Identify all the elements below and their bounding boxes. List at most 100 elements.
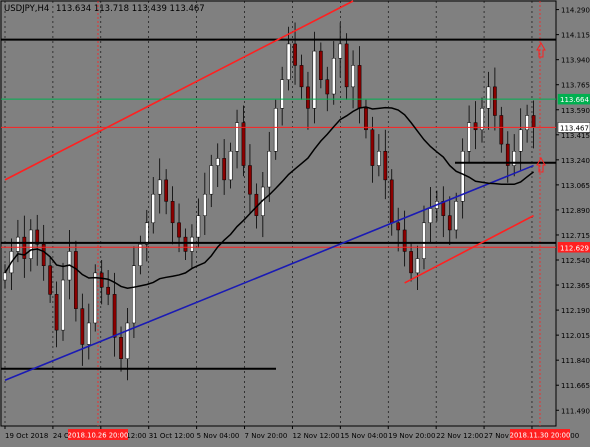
candle-body [409, 251, 413, 274]
chart-title: USDJPY,H4 [4, 4, 49, 14]
crosshair-x-label: 2018.10.26 20:00 [68, 432, 129, 440]
y-tick-label: 113.940 [561, 57, 590, 65]
candle-body [61, 279, 65, 331]
y-tick-label: 112.190 [561, 307, 590, 315]
price-badge-label: 113.664 [560, 96, 589, 104]
candle-body [344, 43, 349, 88]
candle-body [86, 322, 91, 345]
candle-body [331, 57, 336, 95]
x-tick-label: 19 Nov 20:00 [388, 432, 435, 440]
candle-body [293, 43, 297, 66]
candle-body [312, 50, 317, 109]
candle-body [80, 308, 85, 345]
candle-body [241, 122, 246, 166]
candle-body [267, 151, 272, 188]
candle-body [273, 108, 278, 152]
candle-body [177, 222, 181, 238]
price-badge-label: 113.467 [560, 124, 589, 132]
candle-body [190, 236, 194, 252]
candle-body [119, 337, 123, 359]
candle-body [351, 65, 355, 88]
y-tick-label: 114.115 [561, 32, 590, 40]
candle-body [157, 179, 162, 195]
candle-body [480, 108, 484, 131]
x-tick-label: 31 Oct 12:00 [149, 432, 195, 440]
candle-body [209, 165, 214, 195]
candle-body [132, 265, 136, 324]
x-tick-label: 5 Nov 04:00 [197, 432, 240, 440]
candle-body [486, 86, 491, 109]
candle-body [493, 86, 497, 116]
y-tick-label: 113.065 [561, 182, 590, 190]
price-badge-label: 112.629 [560, 244, 589, 252]
candle-body [16, 236, 20, 252]
y-tick-label: 112.365 [561, 282, 590, 290]
candle-body [286, 43, 291, 80]
candle-body [3, 272, 7, 281]
chart-ohlc: 113.634 113.718 113.439 113.467 [56, 4, 205, 14]
candle-body [151, 193, 156, 224]
x-tick-label: 12 Nov 12:00 [292, 432, 339, 440]
candle-body [99, 272, 104, 288]
candle-body [318, 50, 323, 80]
candle-body [222, 158, 227, 181]
candle-body [447, 215, 452, 231]
price-chart[interactable]: USDJPY,H4 113.634 113.718 113.439 113.46… [0, 0, 590, 443]
candle-body [370, 129, 375, 166]
candle-body [299, 65, 304, 88]
y-tick-label: 113.415 [561, 132, 590, 140]
candle-body [518, 129, 523, 152]
candle-body [454, 201, 459, 231]
candle-body [183, 236, 188, 252]
candle-body [377, 151, 381, 166]
x-tick-label: 15 Nov 04:00 [340, 432, 387, 440]
candle-body [28, 229, 33, 259]
candle-body [93, 272, 98, 324]
y-tick-label: 112.540 [561, 257, 590, 265]
candle-body [422, 222, 426, 259]
candle-body [325, 79, 330, 95]
x-tick-label: 22 Nov 12:00 [436, 432, 483, 440]
candle-body [383, 151, 388, 181]
candle-body [106, 286, 110, 295]
candle-body [48, 265, 52, 295]
candle-body [402, 229, 407, 252]
y-tick-label: 112.890 [561, 207, 590, 215]
crosshair-x-label: 2018.11.30 20:00 [510, 432, 571, 440]
candle-body [473, 122, 478, 131]
candle-body [428, 208, 433, 224]
y-tick-label: 111.490 [561, 407, 590, 415]
candle-body [338, 43, 343, 59]
candle-body [357, 65, 362, 109]
y-tick-label: 113.240 [561, 157, 590, 165]
candle-body [396, 222, 401, 231]
y-tick-label: 113.590 [561, 107, 590, 115]
y-tick-label: 112.015 [561, 332, 590, 340]
y-tick-label: 111.840 [561, 357, 590, 365]
y-tick-label: 114.290 [561, 7, 590, 15]
candle-body [196, 215, 201, 238]
candle-body [144, 222, 149, 245]
y-tick-label: 111.665 [561, 382, 590, 390]
candle-body [248, 165, 252, 195]
candle-body [531, 115, 536, 128]
x-tick-label: 19 Oct 2018 [5, 432, 48, 440]
candle-body [499, 115, 504, 145]
candle-body [54, 294, 59, 331]
x-tick-label: 7 Nov 20:00 [245, 432, 288, 440]
candle-body [112, 294, 117, 338]
candle-body [170, 201, 175, 224]
candle-body [228, 151, 233, 181]
candle-body [164, 179, 168, 202]
candle-body [306, 86, 310, 109]
candle-body [364, 108, 368, 131]
y-tick-label: 112.715 [561, 232, 590, 240]
candle-body [202, 193, 207, 216]
candle-body [389, 179, 394, 224]
candle-body [415, 258, 420, 274]
chart-header: USDJPY,H4 113.634 113.718 113.439 113.46… [4, 4, 205, 14]
candle-body [215, 158, 220, 166]
candle-body [74, 251, 78, 309]
candle-body [125, 322, 130, 359]
plot-area[interactable] [0, 0, 557, 427]
